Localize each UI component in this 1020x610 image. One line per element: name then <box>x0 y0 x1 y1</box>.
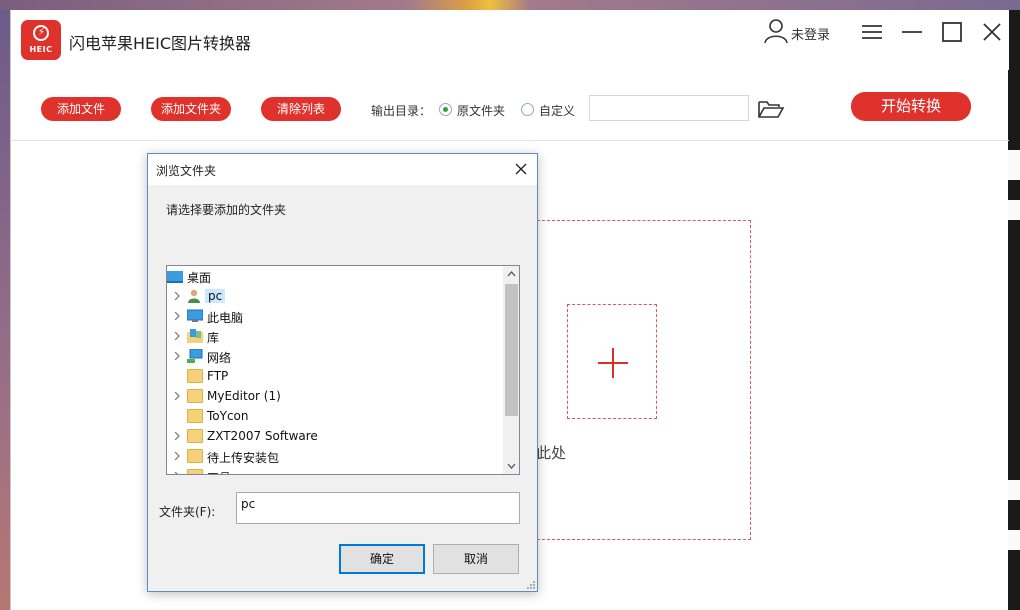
tree-item-pc[interactable]: pc <box>167 286 503 306</box>
output-path-input[interactable] <box>589 95 749 121</box>
chevron-right-icon <box>174 292 180 300</box>
folder-input[interactable]: pc <box>236 492 520 524</box>
tree-item-myeditor[interactable]: MyEditor (1) <box>167 386 503 406</box>
folder-icon <box>187 389 203 403</box>
desktop-background-top <box>0 0 1020 10</box>
user-folder-icon <box>188 289 200 303</box>
title-bar: ⚡ HEIC 闪电苹果HEIC图片转换器 未登录 <box>11 10 1009 70</box>
radio-custom-label[interactable]: 自定义 <box>539 102 575 119</box>
tree-item-toycon[interactable]: ToYcon <box>167 406 503 426</box>
add-file-button[interactable]: 添加文件 <box>41 97 121 121</box>
dialog-title-bar: 浏览文件夹 <box>148 154 537 185</box>
chevron-right-icon <box>174 452 180 460</box>
minimize-button[interactable] <box>899 20 925 44</box>
lightning-icon: ⚡ <box>38 27 46 38</box>
tree-item-zxt2007[interactable]: ZXT2007 Software <box>167 426 503 446</box>
radio-original-folder[interactable] <box>439 103 452 116</box>
output-dir-label: 输出目录： <box>371 104 432 118</box>
start-convert-button[interactable]: 开始转换 <box>851 92 971 121</box>
dialog-close-icon[interactable] <box>514 162 528 176</box>
dialog-title: 浏览文件夹 <box>156 164 217 178</box>
tree-item-library[interactable]: 库 <box>167 326 503 346</box>
folder-label: 文件夹(F): <box>159 505 216 519</box>
tree-item-ftp[interactable]: FTP <box>167 366 503 386</box>
browse-folder-dialog: 浏览文件夹 请选择要添加的文件夹 桌面 pc 此电脑 库 网络 FTP MyEd… <box>147 153 538 592</box>
folder-tree[interactable]: 桌面 pc 此电脑 库 网络 FTP MyEditor (1) ToYcon Z… <box>166 265 520 475</box>
folder-open-icon[interactable] <box>757 98 785 120</box>
cancel-button[interactable]: 取消 <box>433 544 519 574</box>
minimize-icon <box>902 31 922 33</box>
close-icon <box>983 23 1001 41</box>
tree-item-this-pc[interactable]: 此电脑 <box>167 306 503 326</box>
chevron-right-icon <box>174 392 180 400</box>
folder-icon <box>187 369 203 383</box>
tree-item-network[interactable]: 网络 <box>167 346 503 366</box>
hamburger-icon <box>862 25 882 39</box>
scroll-thumb[interactable] <box>505 284 518 416</box>
folder-icon <box>187 429 203 443</box>
resize-grip-icon[interactable] <box>526 580 536 590</box>
scroll-down-icon[interactable] <box>507 461 516 470</box>
chevron-right-icon <box>174 332 180 340</box>
chevron-right-icon <box>174 472 178 474</box>
chevron-right-icon <box>174 432 180 440</box>
desktop-background-right <box>1008 10 1020 610</box>
add-folder-button[interactable]: 添加文件夹 <box>151 97 231 121</box>
add-files-box[interactable] <box>567 304 657 419</box>
menu-button[interactable] <box>859 20 885 44</box>
dialog-prompt: 请选择要添加的文件夹 <box>166 203 287 217</box>
close-button[interactable] <box>979 20 1005 44</box>
app-logo: ⚡ HEIC <box>21 20 61 60</box>
folder-icon <box>187 449 203 463</box>
scroll-up-icon[interactable] <box>507 270 516 279</box>
radio-custom[interactable] <box>521 103 534 116</box>
folder-icon <box>187 469 203 474</box>
network-icon <box>187 349 203 363</box>
chevron-right-icon <box>174 352 180 360</box>
user-icon[interactable] <box>763 18 789 44</box>
library-icon <box>187 329 203 343</box>
clear-list-button[interactable]: 清除列表 <box>261 97 341 121</box>
computer-icon <box>187 309 203 322</box>
tree-item-desktop[interactable]: 桌面 <box>167 266 503 286</box>
desktop-icon <box>167 271 183 283</box>
login-status[interactable]: 未登录 <box>791 24 830 43</box>
folder-icon <box>187 409 203 423</box>
radio-original-folder-label[interactable]: 原文件夹 <box>457 102 505 119</box>
ok-button[interactable]: 确定 <box>339 544 425 574</box>
maximize-icon <box>942 22 962 42</box>
logo-text: HEIC <box>29 45 53 54</box>
chevron-right-icon <box>174 312 180 320</box>
toolbar: 添加文件 添加文件夹 清除列表 输出目录： 原文件夹 自定义 开始转换 <box>11 70 1009 141</box>
maximize-button[interactable] <box>939 20 965 44</box>
tree-item-tools[interactable]: 工具 <box>167 466 503 474</box>
tree-item-pending-upload[interactable]: 待上传安装包 <box>167 446 503 466</box>
tree-scrollbar[interactable] <box>503 266 519 474</box>
app-title: 闪电苹果HEIC图片转换器 <box>69 34 252 53</box>
